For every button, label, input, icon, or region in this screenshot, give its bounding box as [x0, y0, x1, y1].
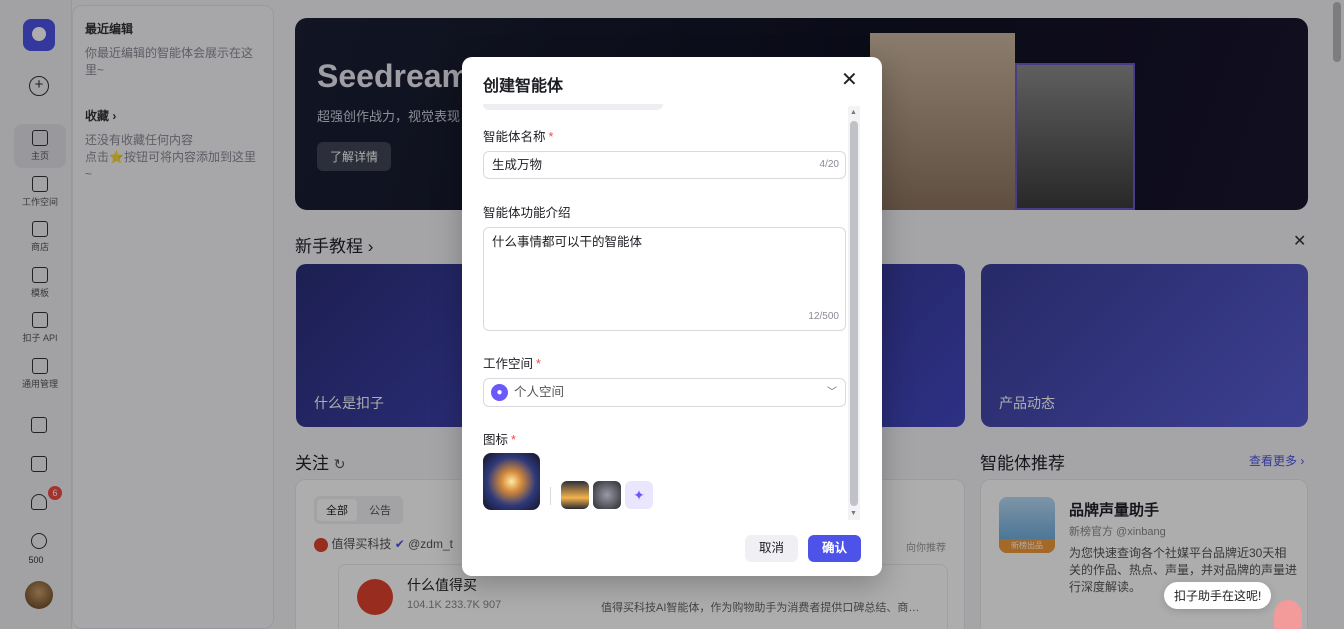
workspace-label: 工作空间 *: [483, 353, 541, 372]
dialog-title: 创建智能体: [483, 78, 564, 95]
mode-tabs-remnant: [483, 104, 663, 110]
workspace-label-text: 工作空间: [483, 357, 534, 371]
required-mark: *: [548, 130, 554, 144]
assistant-mascot-icon[interactable]: [1274, 600, 1302, 629]
divider: [550, 487, 551, 505]
selected-agent-icon[interactable]: [483, 453, 540, 510]
icon-option[interactable]: [561, 481, 589, 509]
scroll-up-icon[interactable]: ▲: [850, 109, 857, 116]
icon-label-text: 图标: [483, 433, 509, 447]
required-mark: *: [536, 357, 541, 371]
agent-name-value: 生成万物: [492, 158, 543, 172]
agent-description-field[interactable]: 什么事情都可以干的智能体 12/500: [483, 227, 846, 331]
workspace-select[interactable]: ● 个人空间 ﹀: [483, 378, 846, 407]
name-char-count: 4/20: [819, 159, 839, 170]
create-agent-dialog: 创建智能体 ✕ 智能体名称 * 生成万物 4/20 智能体功能介绍 什么事情都可以…: [462, 57, 882, 576]
agent-name-field[interactable]: 生成万物 4/20: [483, 151, 846, 179]
assistant-toast[interactable]: 扣子助手在这呢!: [1164, 582, 1272, 609]
desc-label: 智能体功能介绍: [483, 202, 571, 221]
scroll-down-icon[interactable]: ▼: [850, 510, 857, 517]
desc-label-text: 智能体功能介绍: [483, 206, 571, 220]
name-label: 智能体名称 *: [483, 126, 553, 145]
scrollbar-thumb[interactable]: [850, 121, 858, 506]
dialog-scrollbar[interactable]: ▲ ▼: [848, 106, 860, 520]
icon-label: 图标 *: [483, 429, 516, 448]
confirm-button[interactable]: 确认: [808, 535, 861, 562]
workspace-value: 个人空间: [514, 385, 565, 399]
required-mark: *: [511, 433, 516, 447]
user-icon: ●: [491, 384, 508, 401]
desc-char-count: 12/500: [808, 311, 839, 322]
dialog-body: 智能体名称 * 生成万物 4/20 智能体功能介绍 什么事情都可以干的智能体 12…: [483, 104, 849, 518]
cancel-button[interactable]: 取消: [745, 535, 798, 562]
close-icon[interactable]: ✕: [841, 70, 858, 90]
name-label-text: 智能体名称: [483, 130, 546, 144]
icon-option[interactable]: [593, 481, 621, 509]
chevron-down-icon: ﹀: [827, 387, 837, 398]
ai-generate-icon[interactable]: ✦: [625, 481, 653, 509]
agent-description-value: 什么事情都可以干的智能体: [492, 235, 643, 249]
